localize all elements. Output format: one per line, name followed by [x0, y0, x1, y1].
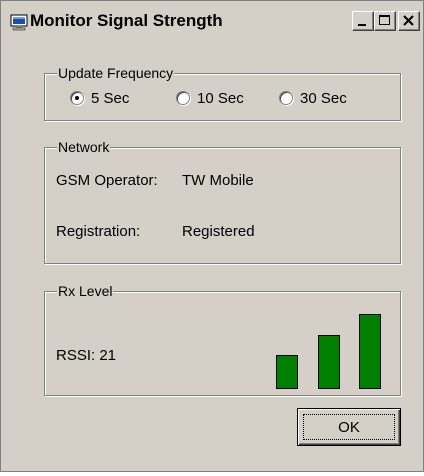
- rx-level-legend: Rx Level: [57, 282, 114, 300]
- radio-30-sec[interactable]: 30 Sec: [279, 89, 347, 107]
- close-button[interactable]: [398, 11, 420, 31]
- update-frequency-group: Update Frequency 5 Sec 10 Sec 30 Sec: [44, 64, 401, 121]
- radio-30-sec-label: 30 Sec: [300, 89, 347, 107]
- maximize-icon: [379, 15, 390, 25]
- window-title: Monitor Signal Strength: [30, 11, 223, 30]
- update-frequency-legend: Update Frequency: [57, 64, 175, 82]
- signal-bar-1: [276, 355, 298, 389]
- title-bar[interactable]: Monitor Signal Strength: [2, 2, 422, 42]
- radio-10-sec[interactable]: 10 Sec: [176, 89, 244, 107]
- rssi-readout: RSSI: 21: [56, 347, 117, 364]
- radio-5-sec-indicator[interactable]: [70, 91, 84, 105]
- ok-button-label: OK: [303, 414, 395, 440]
- dialog-window: Monitor Signal Strength Update Frequency…: [0, 0, 424, 472]
- close-icon: [403, 15, 414, 26]
- signal-bar-2: [318, 335, 340, 389]
- radio-5-sec[interactable]: 5 Sec: [70, 89, 129, 107]
- radio-10-sec-indicator[interactable]: [176, 91, 190, 105]
- radio-30-sec-indicator[interactable]: [279, 91, 293, 105]
- ok-button[interactable]: OK: [297, 408, 401, 446]
- minimize-button[interactable]: [352, 11, 374, 31]
- network-legend: Network: [57, 138, 111, 156]
- maximize-button[interactable]: [374, 11, 396, 31]
- app-icon: [10, 13, 28, 31]
- minimize-icon: [358, 24, 366, 26]
- signal-bar-3: [359, 314, 381, 389]
- radio-10-sec-label: 10 Sec: [197, 89, 244, 107]
- gsm-operator-value: TW Mobile: [182, 172, 254, 189]
- radio-5-sec-label: 5 Sec: [91, 89, 130, 107]
- rx-level-group: Rx Level RSSI: 21: [44, 282, 401, 396]
- gsm-operator-label: GSM Operator:: [56, 172, 158, 189]
- registration-value: Registered: [182, 223, 255, 240]
- registration-label: Registration:: [56, 223, 141, 240]
- network-group: Network GSM Operator: TW Mobile Registra…: [44, 138, 401, 264]
